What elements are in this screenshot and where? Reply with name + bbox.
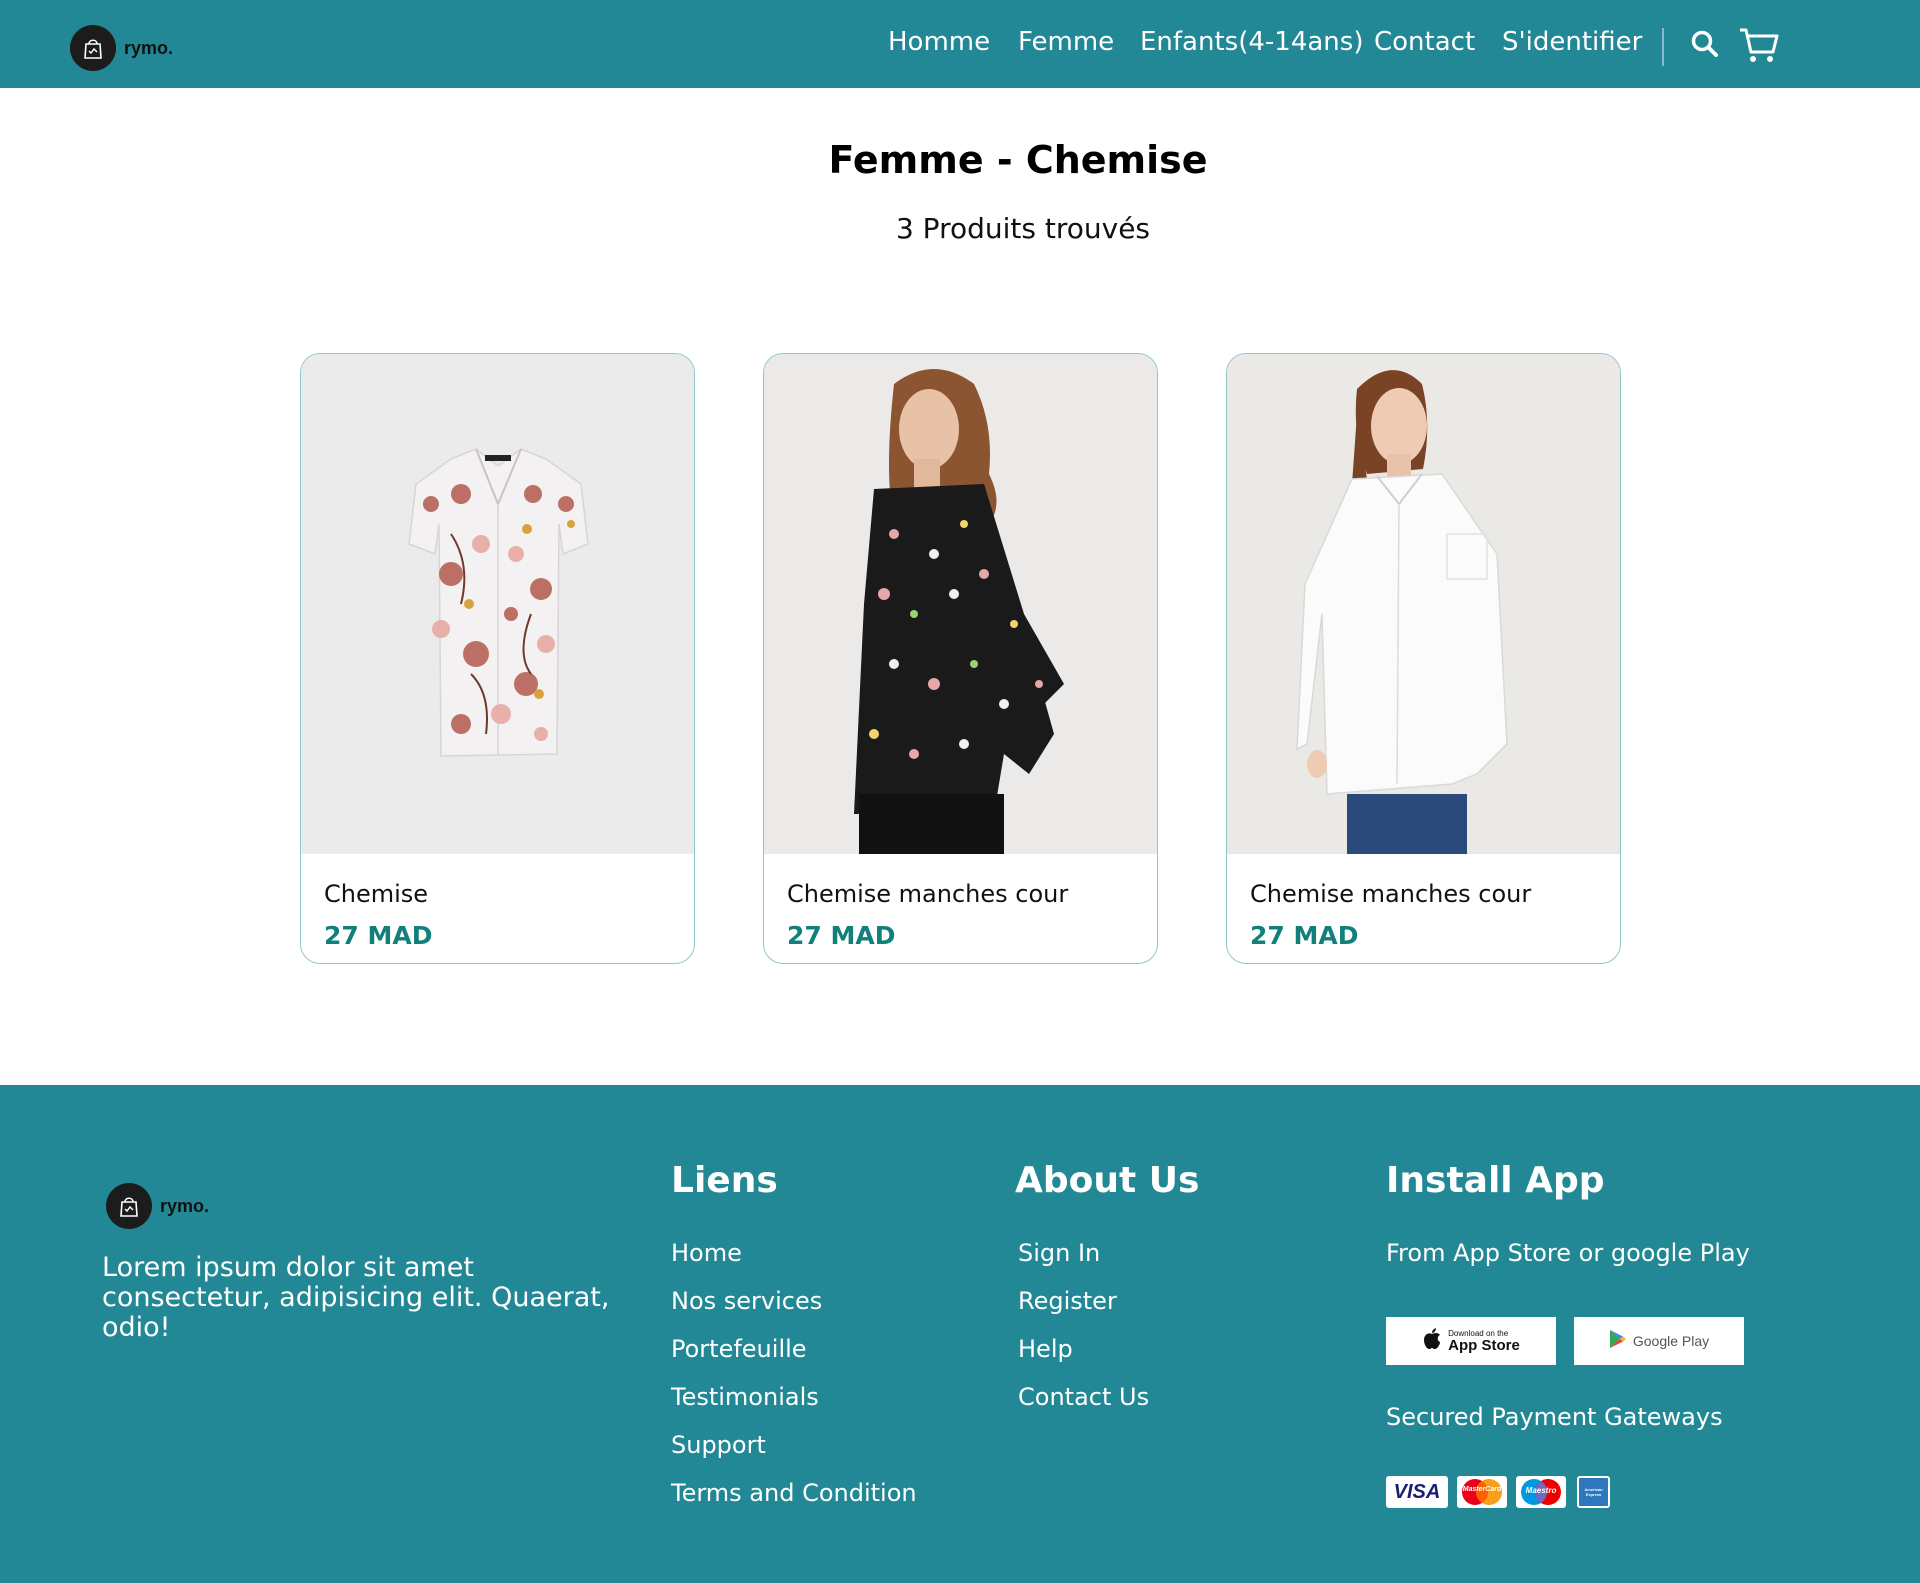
search-icon[interactable] — [1690, 29, 1720, 63]
product-image[interactable] — [301, 354, 694, 854]
nav-link-sidentifier[interactable]: S'identifier — [1502, 27, 1642, 57]
nav-link-femme[interactable]: Femme — [1018, 27, 1114, 57]
nav-link-homme[interactable]: Homme — [888, 27, 990, 57]
google-play-badge[interactable]: Google Play — [1574, 1317, 1744, 1365]
nav-link-contact[interactable]: Contact — [1374, 27, 1475, 57]
footer-brand-logo[interactable]: rymo. — [106, 1183, 209, 1229]
footer-payment-title: Secured Payment Gateways — [1386, 1403, 1723, 1431]
footer-install-heading: Install App — [1386, 1160, 1605, 1201]
maestro-label: Maestro — [1525, 1486, 1557, 1495]
product-name[interactable]: Chemise manches cour — [787, 880, 1068, 908]
google-play-label: Google Play — [1632, 1333, 1710, 1349]
product-name[interactable]: Chemise — [324, 880, 428, 908]
page-title: Femme - Chemise — [828, 138, 1208, 182]
product-price: 27 MAD — [787, 921, 896, 950]
footer-link-support[interactable]: Support — [671, 1431, 766, 1459]
app-store-badge[interactable]: Download on the App Store — [1386, 1317, 1556, 1365]
google-play-icon — [1609, 1329, 1627, 1353]
footer-link-contact-us[interactable]: Contact Us — [1018, 1383, 1149, 1411]
footer-link-help[interactable]: Help — [1018, 1335, 1073, 1363]
mastercard-icon: MasterCard — [1457, 1476, 1507, 1508]
footer-link-register[interactable]: Register — [1018, 1287, 1117, 1315]
shopping-bag-icon — [70, 25, 116, 71]
product-price: 27 MAD — [324, 921, 433, 950]
footer-link-terms[interactable]: Terms and Condition — [671, 1479, 917, 1507]
product-card[interactable]: Chemise manches cour 27 MAD — [1226, 353, 1621, 964]
amex-label: American Express — [1584, 1487, 1603, 1497]
footer-links-heading: Liens — [671, 1160, 778, 1201]
product-image[interactable] — [764, 354, 1157, 854]
footer-link-testimonials[interactable]: Testimonials — [671, 1383, 819, 1411]
footer: rymo. Lorem ipsum dolor sit amet consect… — [0, 1085, 1920, 1583]
result-count: 3 Produits trouvés — [895, 212, 1151, 245]
product-card[interactable]: Chemise manches cour 27 MAD — [763, 353, 1158, 964]
app-store-label: App Store — [1448, 1336, 1520, 1354]
product-image[interactable] — [1227, 354, 1620, 854]
footer-link-nos-services[interactable]: Nos services — [671, 1287, 822, 1315]
visa-label: VISA — [1393, 1480, 1441, 1503]
navbar: rymo. Homme Femme Enfants(4-14ans) Conta… — [0, 0, 1920, 88]
footer-description: Lorem ipsum dolor sit amet consectetur, … — [102, 1252, 610, 1343]
product-name[interactable]: Chemise manches cour — [1250, 880, 1531, 908]
footer-link-home[interactable]: Home — [671, 1239, 742, 1267]
visa-icon: VISA — [1386, 1476, 1448, 1508]
footer-brand-name: rymo. — [160, 1195, 210, 1216]
footer-about-heading: About Us — [1015, 1160, 1200, 1201]
brand-logo[interactable]: rymo. — [70, 25, 173, 71]
cart-icon[interactable] — [1738, 26, 1780, 68]
mastercard-label: MasterCard — [1462, 1486, 1502, 1493]
amex-icon: American Express — [1577, 1476, 1610, 1508]
footer-link-portefeuille[interactable]: Portefeuille — [671, 1335, 807, 1363]
footer-link-sign-in[interactable]: Sign In — [1018, 1239, 1100, 1267]
product-price: 27 MAD — [1250, 921, 1359, 950]
product-card[interactable]: Chemise 27 MAD — [300, 353, 695, 964]
footer-install-subtitle: From App Store or google Play — [1386, 1239, 1750, 1267]
apple-icon — [1422, 1328, 1442, 1354]
brand-name: rymo. — [124, 37, 174, 58]
nav-divider — [1662, 28, 1664, 66]
shopping-bag-icon — [106, 1183, 152, 1229]
nav-link-enfants[interactable]: Enfants(4-14ans) — [1140, 27, 1363, 57]
maestro-icon: Maestro — [1516, 1476, 1566, 1508]
